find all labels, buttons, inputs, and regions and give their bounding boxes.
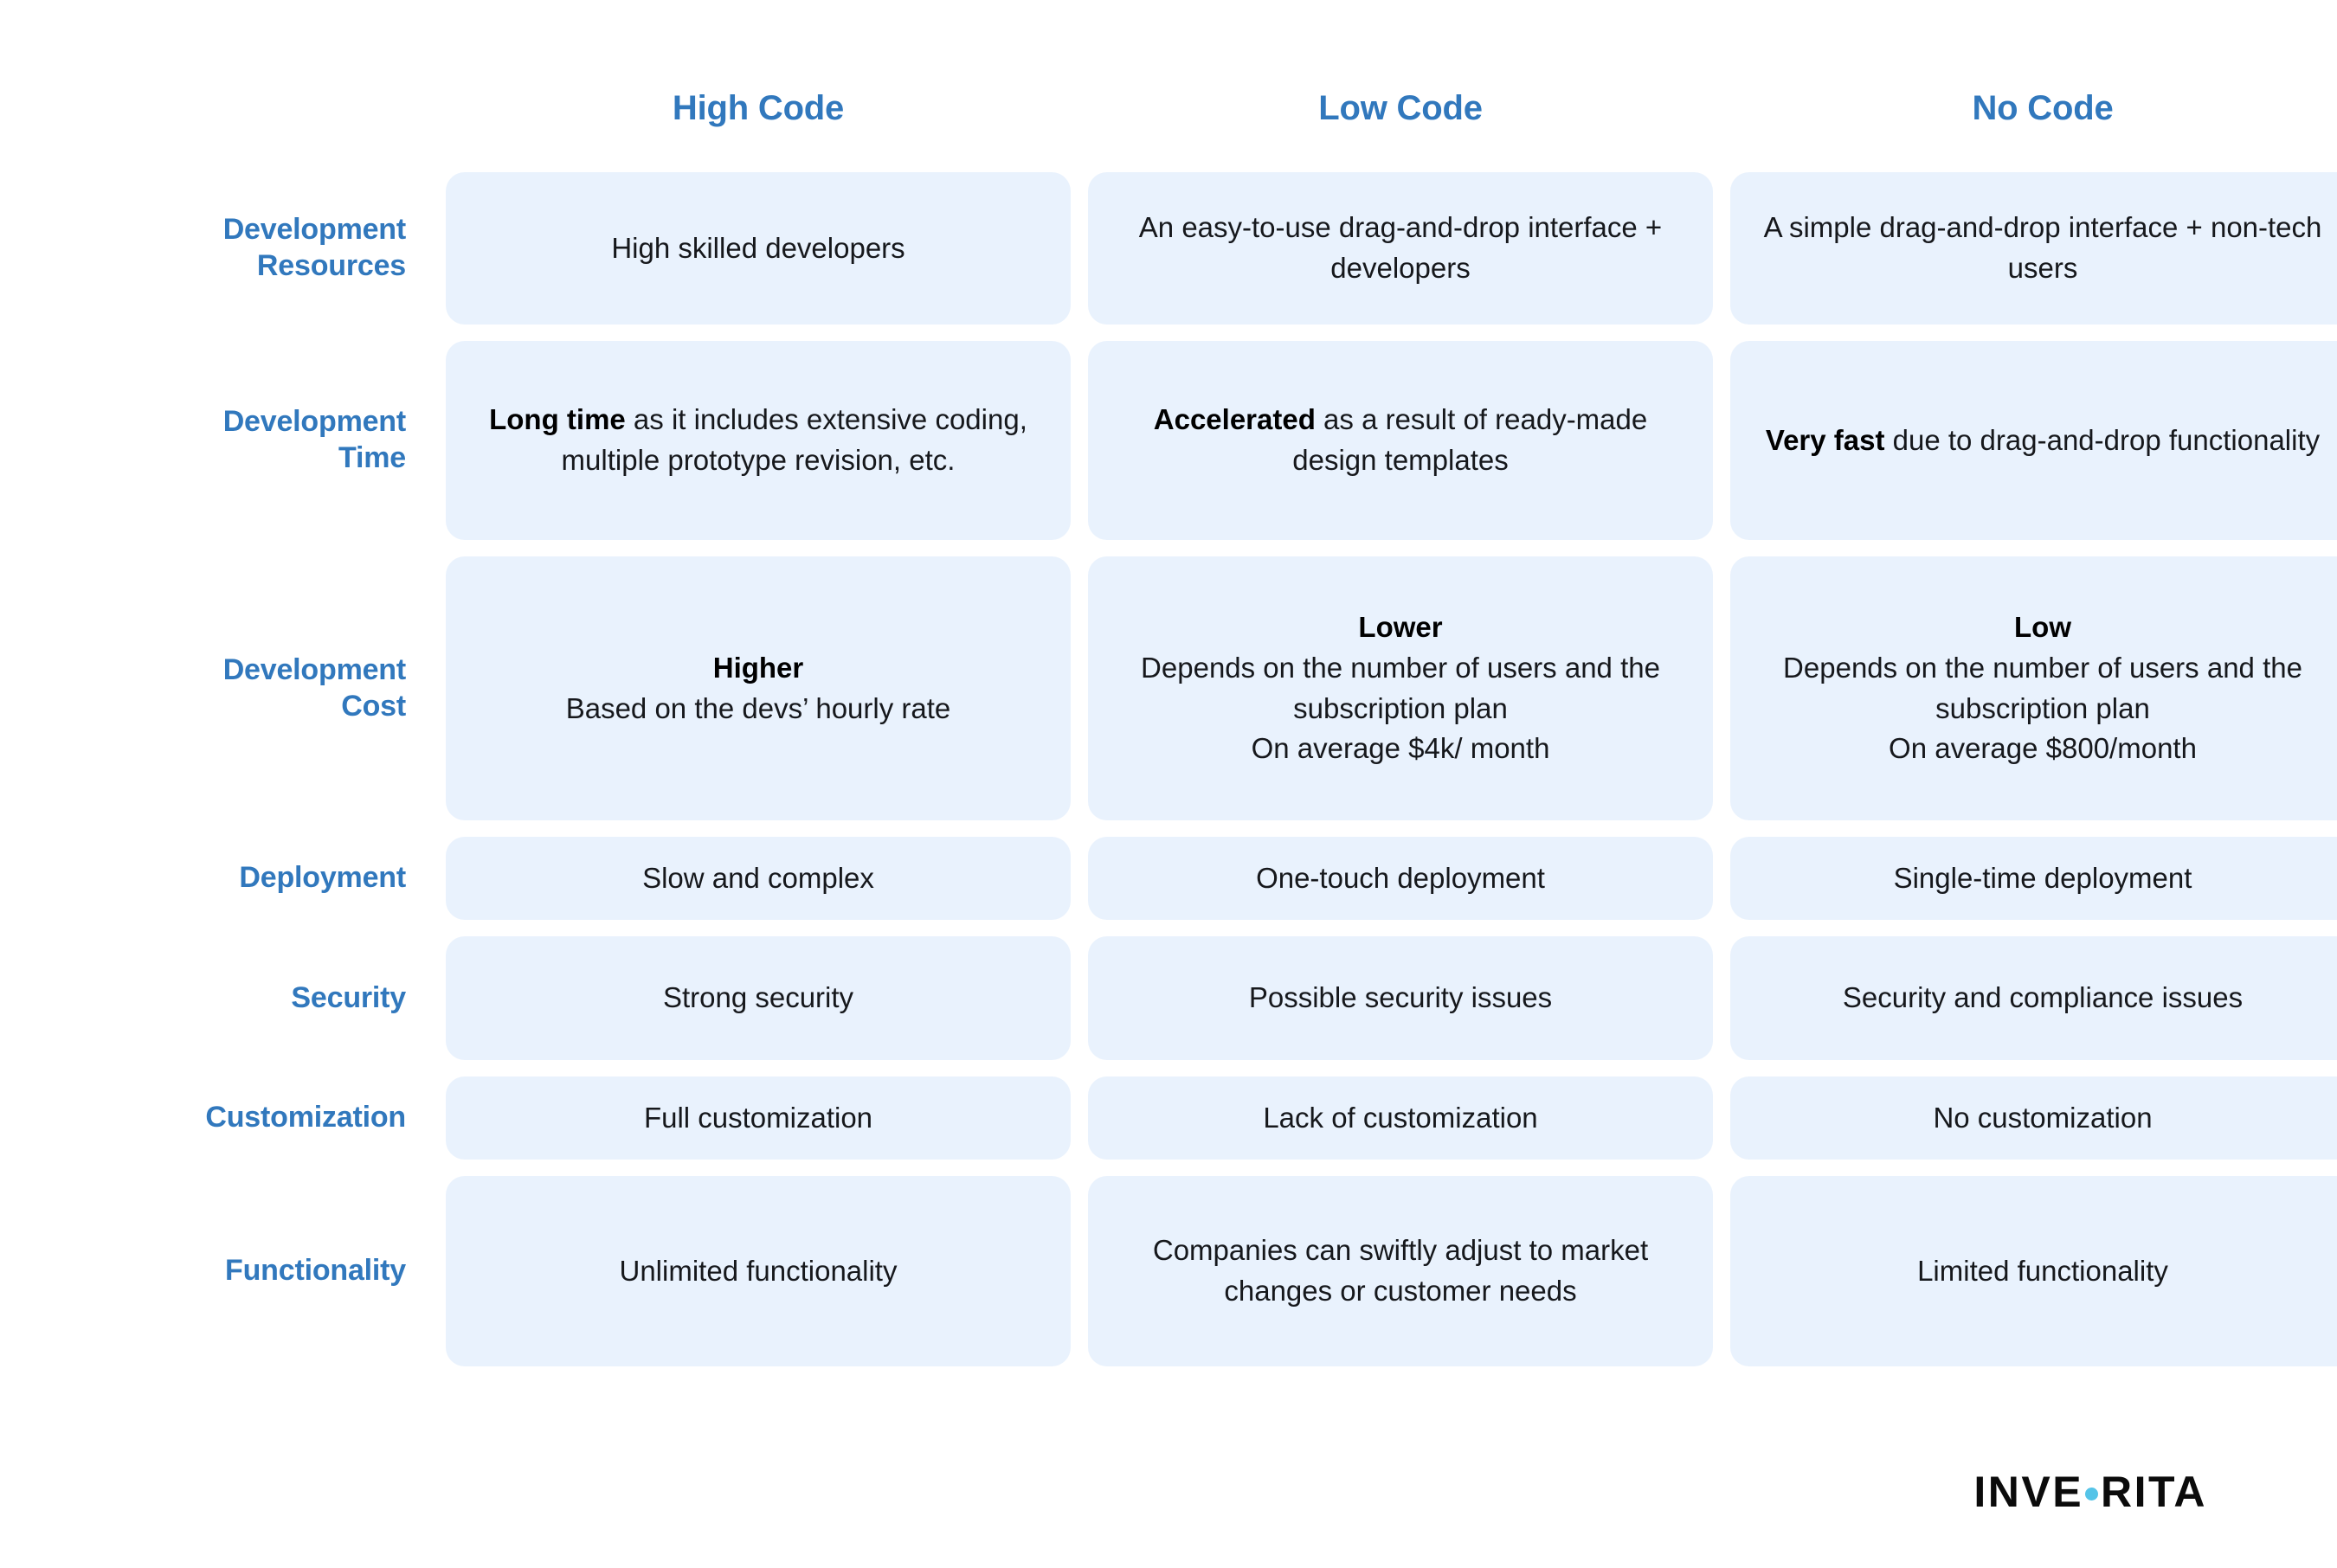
row-label-text: Development Resources <box>222 213 406 282</box>
cell-deployment-no-code: Single-time deployment <box>1730 837 2337 920</box>
column-header-low-code: Low Code <box>1088 61 1713 156</box>
row-label-customization: Customization <box>130 1076 428 1160</box>
row-label-text: Development Cost <box>222 652 406 723</box>
row-label-text: Security <box>291 980 406 1014</box>
cell-text: Lower Depends on the number of users and … <box>1141 610 1660 765</box>
cell-functionality-low-code: Companies can swiftly adjust to market c… <box>1088 1176 1713 1366</box>
cell-text: No customization <box>1933 1101 2153 1134</box>
cell-security-no-code: Security and compliance issues <box>1730 936 2337 1060</box>
row-label-development-cost: Development Cost <box>130 556 428 820</box>
cell-deployment-high-code: Slow and complex <box>446 837 1071 920</box>
cell-text: Companies can swiftly adjust to market c… <box>1152 1234 1649 1307</box>
cell-text: Possible security issues <box>1248 981 1553 1014</box>
cell-text: Low Depends on the number of users and th… <box>1783 610 2302 765</box>
cell-text: High skilled developers <box>611 231 905 264</box>
row-label-text: Development Time <box>222 405 406 474</box>
column-header-no-code: No Code <box>1730 61 2337 156</box>
cell-text: A simple drag-and-drop interface + non-t… <box>1763 211 2322 284</box>
cell-customization-low-code: Lack of customization <box>1088 1076 1713 1160</box>
cell-text: Strong security <box>662 981 854 1014</box>
cell-development-resources-high-code: High skilled developers <box>446 172 1071 325</box>
cell-customization-high-code: Full customization <box>446 1076 1071 1160</box>
cell-development-resources-low-code: An easy-to-use drag-and-drop interface +… <box>1088 172 1713 325</box>
logo-text-part2: RITA <box>2101 1468 2207 1516</box>
cell-text: Lack of customization <box>1263 1101 1538 1134</box>
cell-functionality-no-code: Limited functionality <box>1730 1176 2337 1366</box>
row-label-text: Customization <box>205 1101 406 1134</box>
cell-text: An easy-to-use drag-and-drop interface +… <box>1138 211 1663 284</box>
cell-development-cost-low-code: Lower Depends on the number of users and … <box>1088 556 1713 820</box>
comparison-grid: High Code Low Code No Code Development Re… <box>130 61 2337 1366</box>
cell-security-low-code: Possible security issues <box>1088 936 1713 1060</box>
cell-development-cost-high-code: Higher Based on the devs’ hourly rate <box>446 556 1071 820</box>
cell-development-time-high-code: Long time as it includes extensive codin… <box>446 341 1071 540</box>
column-header-high-code: High Code <box>446 61 1071 156</box>
column-header-label: No Code <box>1972 88 2114 127</box>
cell-text: Very fast due to drag-and-drop functiona… <box>1765 423 2321 456</box>
row-label-text: Functionality <box>225 1254 406 1288</box>
comparison-table-page: High Code Low Code No Code Development Re… <box>0 0 2337 1568</box>
row-label-development-time: Development Time <box>130 341 428 540</box>
cell-text: Full customization <box>643 1101 873 1134</box>
cell-development-time-low-code: Accelerated as a result of ready-made de… <box>1088 341 1713 540</box>
row-label-deployment: Deployment <box>130 837 428 920</box>
logo-text-part1: INVE <box>1973 1468 2084 1516</box>
row-label-text: Deployment <box>239 861 406 895</box>
cell-text: Slow and complex <box>642 861 874 894</box>
grid-corner-spacer <box>130 61 428 156</box>
cell-deployment-low-code: One-touch deployment <box>1088 837 1713 920</box>
row-label-functionality: Functionality <box>130 1176 428 1366</box>
row-label-development-resources: Development Resources <box>130 172 428 325</box>
cell-customization-no-code: No customization <box>1730 1076 2337 1160</box>
cell-text: One-touch deployment <box>1256 861 1545 894</box>
inverita-logo: INVE RITA <box>1973 1470 2207 1513</box>
column-header-label: High Code <box>672 88 845 127</box>
column-header-label: Low Code <box>1318 88 1483 127</box>
cell-text: Higher Based on the devs’ hourly rate <box>565 651 951 724</box>
cell-security-high-code: Strong security <box>446 936 1071 1060</box>
cell-text: Limited functionality <box>1917 1254 2168 1287</box>
row-label-security: Security <box>130 936 428 1060</box>
logo-dot-icon <box>2085 1487 2099 1501</box>
cell-text: Security and compliance issues <box>1842 981 2244 1014</box>
cell-development-resources-no-code: A simple drag-and-drop interface + non-t… <box>1730 172 2337 325</box>
cell-text: Long time as it includes extensive codin… <box>489 403 1027 476</box>
cell-functionality-high-code: Unlimited functionality <box>446 1176 1071 1366</box>
cell-text: Single-time deployment <box>1893 861 2192 894</box>
cell-development-cost-no-code: Low Depends on the number of users and th… <box>1730 556 2337 820</box>
cell-development-time-no-code: Very fast due to drag-and-drop functiona… <box>1730 341 2337 540</box>
cell-text: Accelerated as a result of ready-made de… <box>1153 403 1648 476</box>
cell-text: Unlimited functionality <box>619 1254 898 1287</box>
